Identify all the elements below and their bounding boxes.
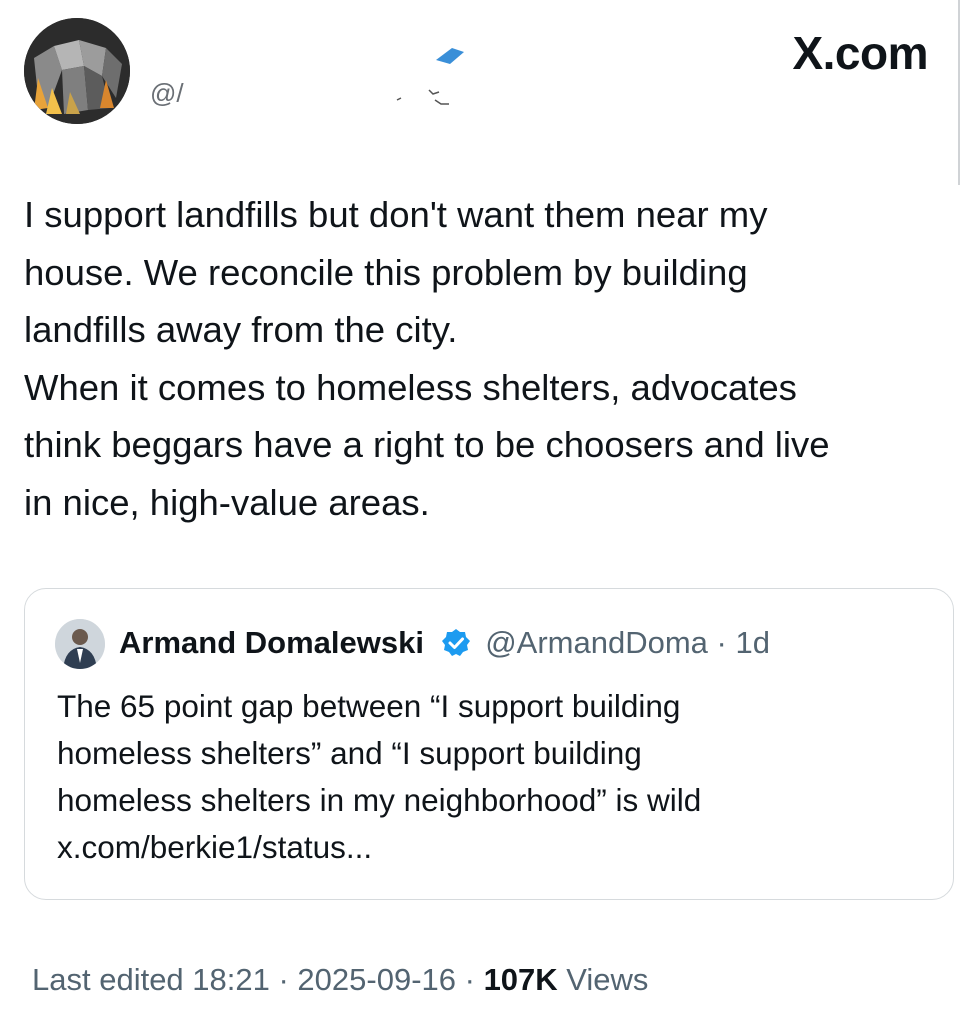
quoted-tweet-text: The 65 point gap between “I support buil… (57, 683, 937, 871)
tweet-line: in nice, high-value areas. (24, 481, 430, 523)
scrollbar[interactable] (958, 0, 960, 185)
quoted-link[interactable]: x.com/berkie1/status... (57, 824, 937, 871)
tweet-line: When it comes to homeless shelters, advo… (24, 366, 797, 408)
tweet-line: house. We reconcile this problem by buil… (24, 251, 748, 293)
redaction-mark (396, 89, 449, 105)
views-label: Views (566, 962, 649, 997)
footer-separator: · (269, 962, 298, 997)
quoted-author-name[interactable]: Armand Domalewski (119, 625, 424, 660)
quoted-line: The 65 point gap between “I support buil… (57, 688, 681, 724)
footer-separator: · (456, 962, 484, 997)
quoted-author-handle[interactable]: @ArmandDoma (485, 625, 708, 660)
quoted-author-avatar[interactable] (55, 619, 105, 669)
quoted-line: homeless shelters in my neighborhood” is… (57, 782, 702, 818)
tweet-line: landfills away from the city. (24, 309, 458, 350)
tweet-line: I support landfills but don't want them … (24, 194, 768, 235)
meta-separator: · (716, 625, 727, 660)
author-avatar[interactable] (24, 18, 130, 124)
author-handle[interactable]: @/ (150, 78, 184, 109)
quoted-tweet-age[interactable]: 1d (735, 625, 769, 660)
views-count: 107K (483, 962, 558, 997)
edited-time[interactable]: Last edited 18:21 (32, 962, 270, 997)
tweet-date[interactable]: 2025-09-16 (297, 962, 456, 997)
brand-logo[interactable]: X.com (792, 26, 928, 80)
quoted-line: homeless shelters” and “I support buildi… (57, 735, 642, 771)
quoted-tweet-card[interactable]: Armand Domalewski @ArmandDoma · 1d The 6… (24, 588, 954, 900)
tweet-line: think beggars have a right to be chooser… (24, 424, 830, 465)
tweet-text: I support landfills but don't want them … (24, 186, 949, 531)
tweet-footer: Last edited 18:21 · 2025-09-16 · 107K Vi… (32, 962, 648, 998)
quoted-tweet-header: Armand Domalewski @ArmandDoma · 1d (119, 625, 770, 661)
redaction-mark (436, 48, 464, 64)
verified-badge-icon (441, 629, 470, 656)
